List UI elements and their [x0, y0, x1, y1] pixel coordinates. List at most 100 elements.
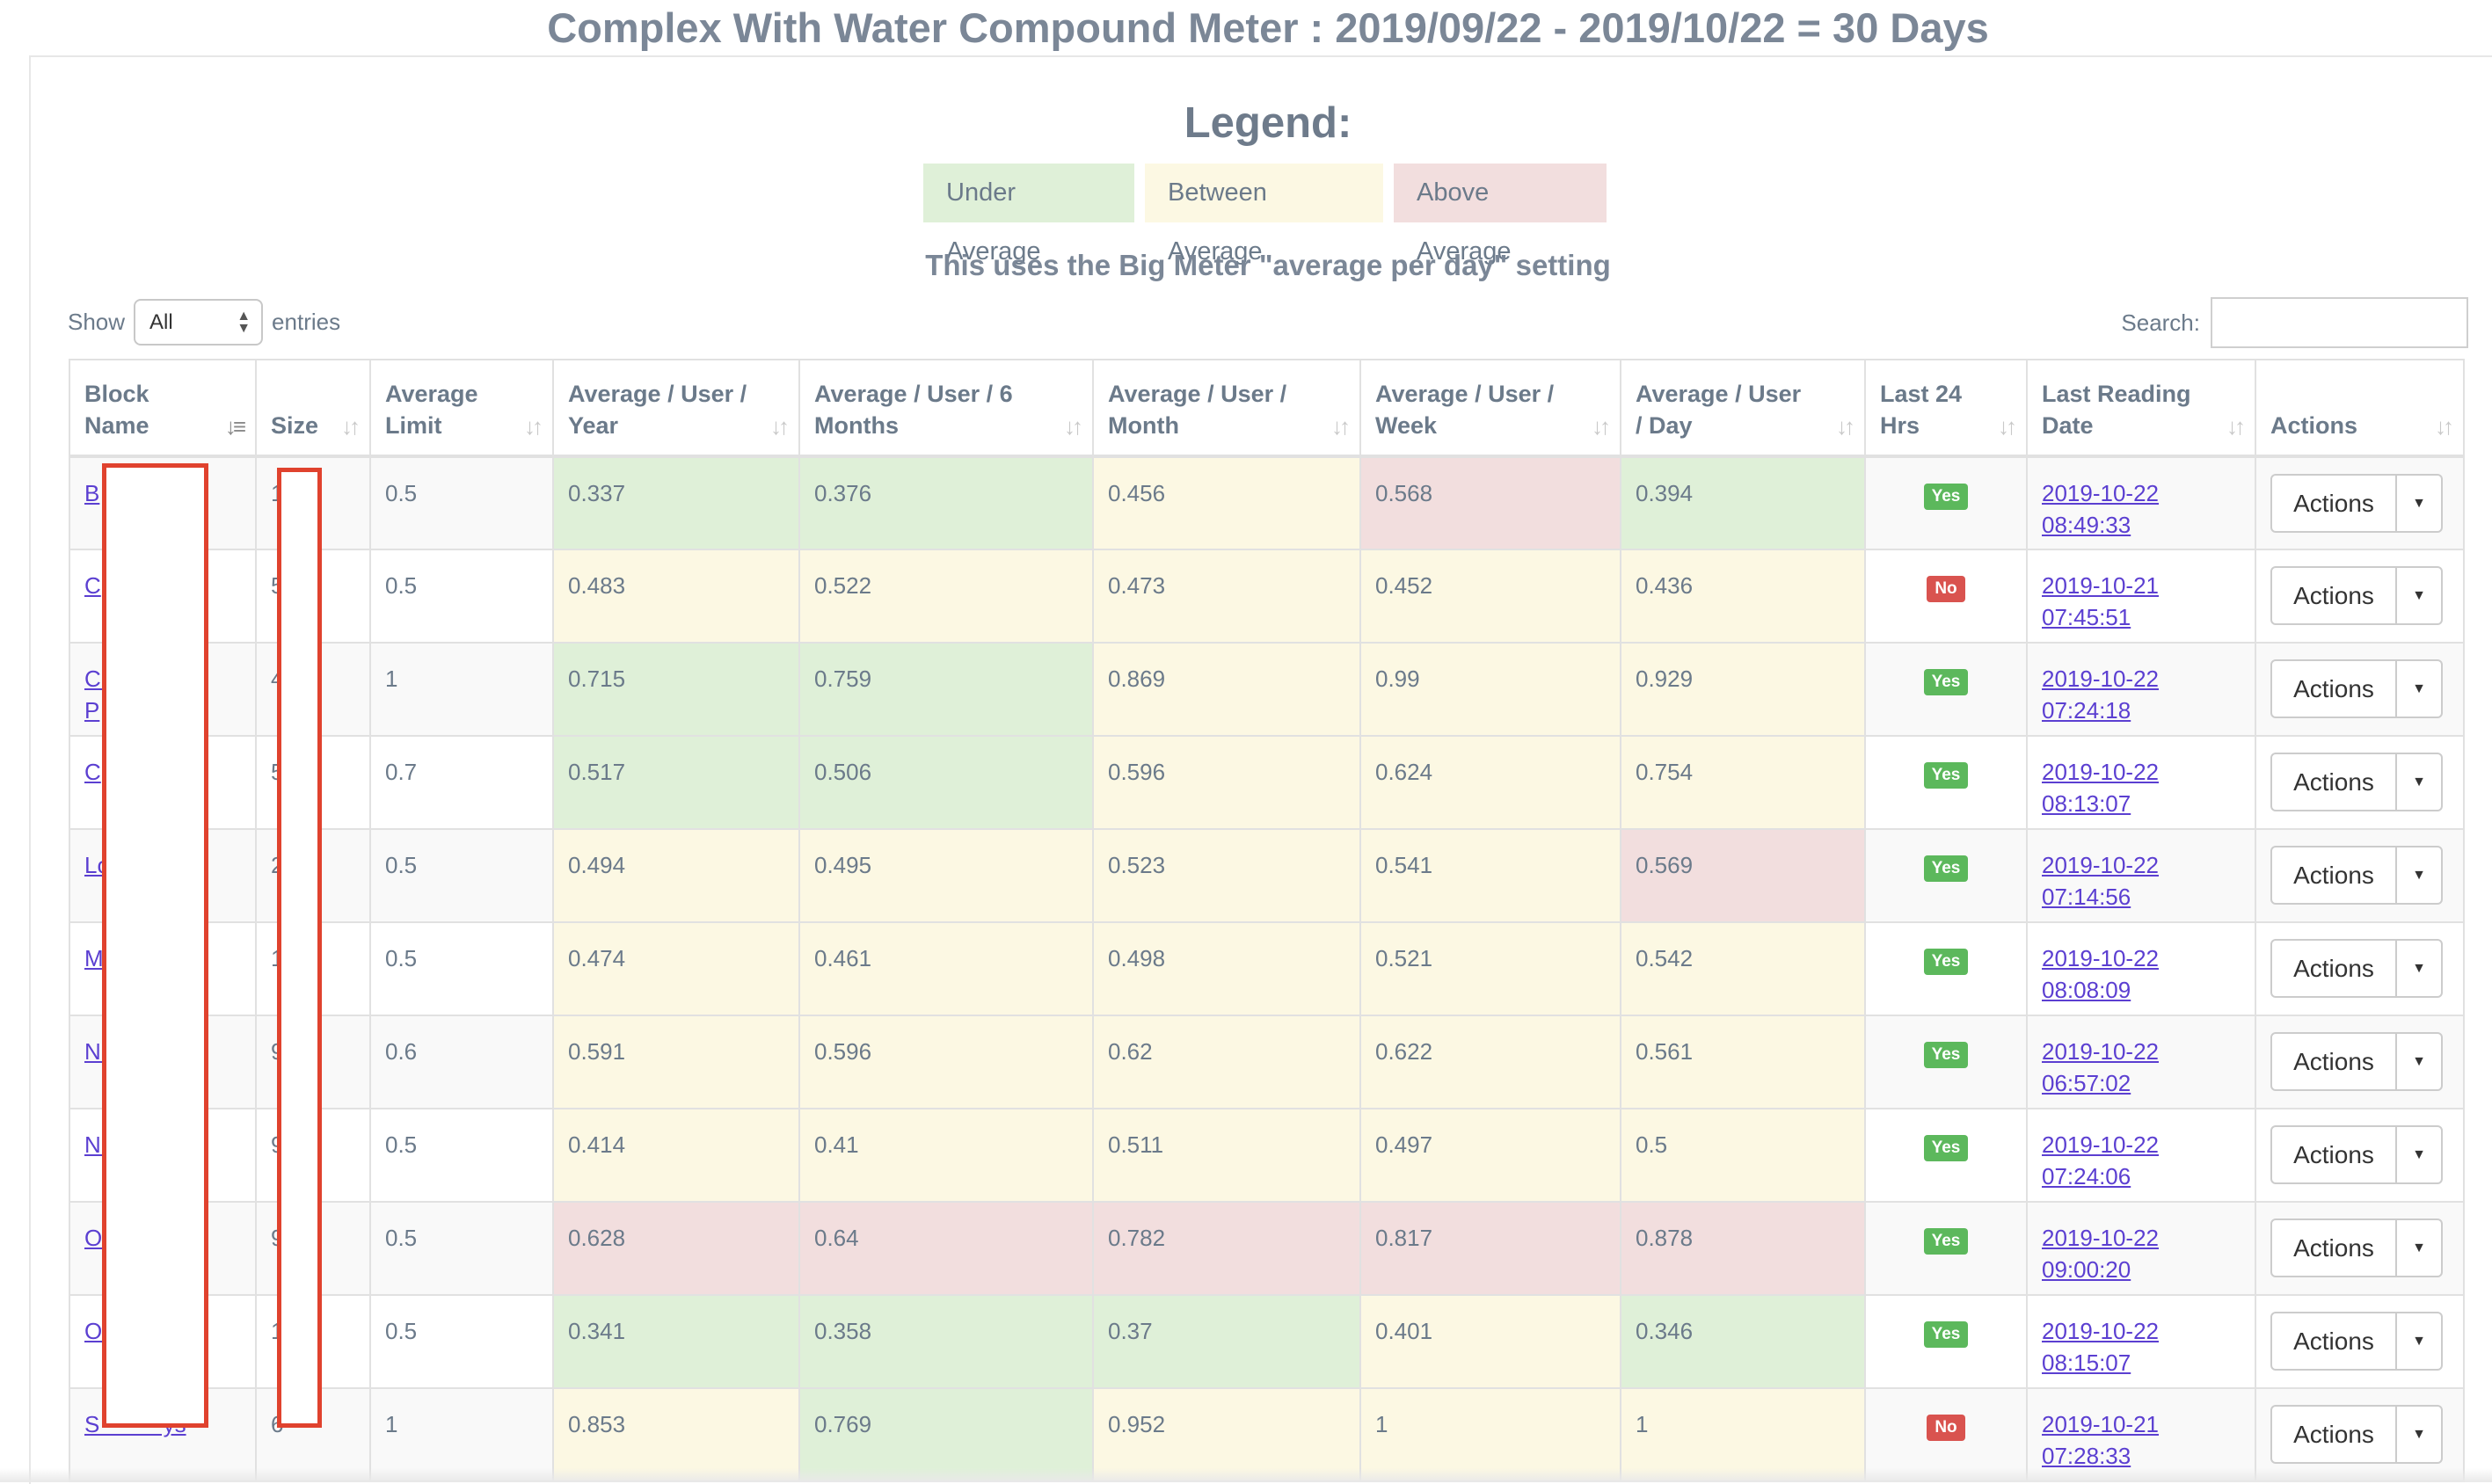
reading-date-link[interactable]: 2019-10-22 — [2042, 1318, 2159, 1344]
caret-down-icon: ▼ — [2412, 680, 2426, 696]
reading-time-link[interactable]: 07:24:06 — [2042, 1163, 2131, 1189]
cell-months6: 0.461 — [798, 921, 1094, 1016]
actions-button[interactable]: Actions — [2270, 566, 2397, 625]
column-header-actions[interactable]: Actions ↓↑ — [2255, 359, 2465, 458]
sort-icon[interactable]: ↓↑ — [1331, 411, 1351, 442]
reading-date-link[interactable]: 2019-10-22 — [2042, 759, 2159, 785]
sort-icon[interactable]: ↓↑ — [770, 411, 790, 442]
block-name-link-line2[interactable]: P — [84, 697, 99, 724]
cell-average-limit: 0.5 — [369, 1294, 554, 1389]
reading-time-link[interactable]: 07:45:51 — [2042, 604, 2131, 630]
status-badge: Yes — [1923, 669, 1969, 695]
cell-months6: 0.358 — [798, 1294, 1094, 1389]
actions-dropdown-toggle[interactable]: ▼ — [2397, 659, 2443, 718]
reading-time-link[interactable]: 08:13:07 — [2042, 790, 2131, 817]
column-header-line2: Months — [814, 412, 899, 439]
table-row: N t90.60.5910.5960.620.6220.561Yes2019-1… — [69, 1015, 2465, 1109]
actions-button[interactable]: Actions — [2270, 659, 2397, 718]
sort-icon[interactable]: ↓↑ — [524, 411, 543, 442]
reading-time-link[interactable]: 08:49:33 — [2042, 512, 2131, 538]
actions-button-group: Actions ▼ — [2270, 1312, 2449, 1371]
column-header-line2: Month — [1108, 412, 1179, 439]
sort-icon[interactable]: ↓↑ — [1836, 411, 1855, 442]
actions-button[interactable]: Actions — [2270, 1405, 2397, 1464]
reading-date-link[interactable]: 2019-10-21 — [2042, 1411, 2159, 1437]
column-header-line1: Last 24 — [1880, 381, 1963, 407]
show-entries-control: Show All ▲ ▼ entries — [68, 299, 340, 346]
column-header-size[interactable]: Size ↓↑ — [255, 359, 371, 458]
column-header-avg-year[interactable]: Average / User / Year ↓↑ — [552, 359, 800, 458]
column-header-average-limit[interactable]: Average Limit ↓↑ — [369, 359, 554, 458]
actions-button[interactable]: Actions — [2270, 1032, 2397, 1091]
actions-button-group: Actions ▼ — [2270, 1125, 2449, 1184]
reading-date-link[interactable]: 2019-10-22 — [2042, 852, 2159, 878]
reading-time-link[interactable]: 07:14:56 — [2042, 884, 2131, 910]
search-input[interactable] — [2211, 297, 2468, 348]
cell-last-reading-date: 2019-10-22 07:24:18 — [2026, 642, 2256, 737]
show-label: Show — [68, 309, 126, 335]
reading-date-link[interactable]: 2019-10-21 — [2042, 572, 2159, 599]
cell-year: 0.591 — [552, 1015, 800, 1109]
reading-date-link[interactable]: 2019-10-22 — [2042, 480, 2159, 506]
block-name-link[interactable]: C — [84, 572, 101, 599]
column-header-block-name[interactable]: Block Name ↓≡ — [69, 359, 257, 458]
reading-time-link[interactable]: 07:28:33 — [2042, 1443, 2131, 1469]
actions-dropdown-toggle[interactable]: ▼ — [2397, 566, 2443, 625]
reading-time-link[interactable]: 08:15:07 — [2042, 1349, 2131, 1376]
status-badge: Yes — [1923, 762, 1969, 789]
reading-time-link[interactable]: 07:24:18 — [2042, 697, 2131, 724]
column-header-avg-6-months[interactable]: Average / User / 6 Months ↓↑ — [798, 359, 1094, 458]
reading-date-link[interactable]: 2019-10-22 — [2042, 1131, 2159, 1158]
actions-button[interactable]: Actions — [2270, 1312, 2397, 1371]
block-name-link[interactable]: M — [84, 945, 104, 971]
reading-date-link[interactable]: 2019-10-22 — [2042, 1038, 2159, 1065]
reading-time-link[interactable]: 06:57:02 — [2042, 1070, 2131, 1096]
cell-week: 0.452 — [1359, 549, 1621, 644]
entries-select[interactable]: All ▲ ▼ — [134, 299, 264, 346]
reading-time-link[interactable]: 09:00:20 — [2042, 1256, 2131, 1283]
sort-ascending-icon[interactable]: ↓≡ — [225, 411, 246, 442]
reading-date-link[interactable]: 2019-10-22 — [2042, 945, 2159, 971]
actions-button[interactable]: Actions — [2270, 1218, 2397, 1277]
reading-date-link[interactable]: 2019-10-22 — [2042, 1225, 2159, 1251]
reading-date-link[interactable]: 2019-10-22 — [2042, 666, 2159, 692]
caret-down-icon: ▼ — [2412, 495, 2426, 511]
block-name-link[interactable]: O — [84, 1225, 102, 1251]
reading-time-link[interactable]: 08:08:09 — [2042, 977, 2131, 1003]
table-row: O e10.50.3410.3580.370.4010.346Yes2019-1… — [69, 1294, 2465, 1389]
column-header-last-reading-date[interactable]: Last Reading Date ↓↑ — [2026, 359, 2256, 458]
cell-month: 0.596 — [1092, 735, 1361, 830]
actions-dropdown-toggle[interactable]: ▼ — [2397, 1312, 2443, 1371]
cell-last-24-hrs: Yes — [1864, 1294, 2028, 1389]
column-header-avg-month[interactable]: Average / User / Month ↓↑ — [1092, 359, 1361, 458]
actions-button[interactable]: Actions — [2270, 846, 2397, 905]
actions-dropdown-toggle[interactable]: ▼ — [2397, 1125, 2443, 1184]
sort-icon[interactable]: ↓↑ — [1998, 411, 2017, 442]
actions-dropdown-toggle[interactable]: ▼ — [2397, 939, 2443, 998]
actions-button[interactable]: Actions — [2270, 753, 2397, 811]
select-arrows-icon: ▲ ▼ — [237, 308, 251, 336]
block-name-link[interactable]: B — [84, 480, 99, 506]
actions-button[interactable]: Actions — [2270, 474, 2397, 533]
sort-icon[interactable]: ↓↑ — [1592, 411, 1611, 442]
sort-icon[interactable]: ↓↑ — [2226, 411, 2246, 442]
actions-dropdown-toggle[interactable]: ▼ — [2397, 474, 2443, 533]
actions-dropdown-toggle[interactable]: ▼ — [2397, 1032, 2443, 1091]
actions-dropdown-toggle[interactable]: ▼ — [2397, 846, 2443, 905]
column-header-avg-day[interactable]: Average / User / Day ↓↑ — [1620, 359, 1866, 458]
column-header-last-24-hrs[interactable]: Last 24 Hrs ↓↑ — [1864, 359, 2028, 458]
actions-dropdown-toggle[interactable]: ▼ — [2397, 1405, 2443, 1464]
sort-icon[interactable]: ↓↑ — [341, 411, 361, 442]
actions-dropdown-toggle[interactable]: ▼ — [2397, 753, 2443, 811]
block-name-link[interactable]: C — [84, 759, 101, 785]
actions-dropdown-toggle[interactable]: ▼ — [2397, 1218, 2443, 1277]
actions-button[interactable]: Actions — [2270, 1125, 2397, 1184]
cell-months6: 0.41 — [798, 1108, 1094, 1203]
actions-button[interactable]: Actions — [2270, 939, 2397, 998]
column-header-avg-week[interactable]: Average / User / Week ↓↑ — [1359, 359, 1621, 458]
column-header-line1: Average / User / 6 — [814, 381, 1013, 407]
cell-month: 0.473 — [1092, 549, 1361, 644]
sort-icon[interactable]: ↓↑ — [2435, 411, 2454, 442]
sort-icon[interactable]: ↓↑ — [1064, 411, 1083, 442]
table-header-row: Block Name ↓≡ Size ↓↑ Average Limit ↓↑ Average /… — [69, 359, 2465, 458]
